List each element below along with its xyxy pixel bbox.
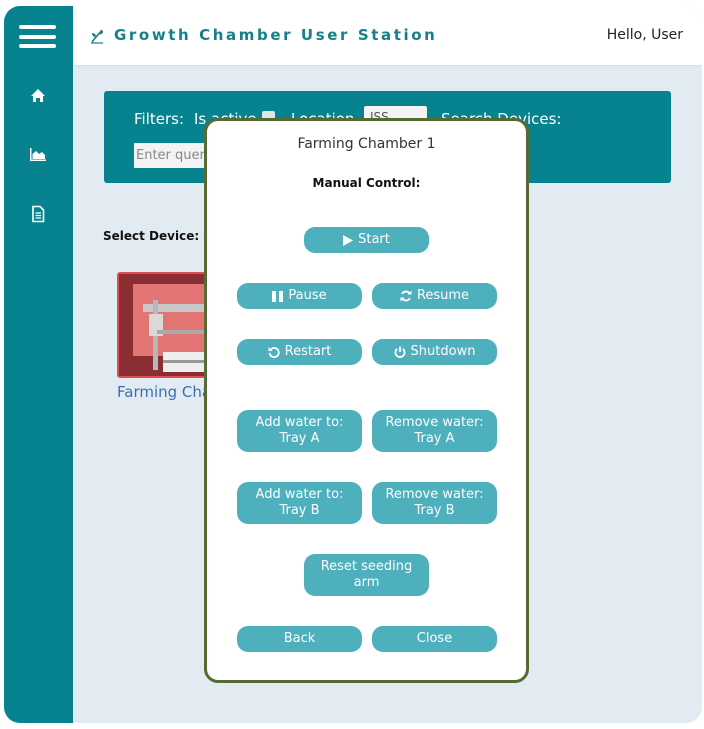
- manual-control-modal: Farming Chamber 1 Manual Control: Start …: [204, 118, 529, 683]
- leaf-icon: [91, 29, 103, 44]
- modal-subtitle: Manual Control:: [312, 176, 421, 190]
- pause-button[interactable]: Pause: [237, 283, 362, 309]
- filters-label: Filters:: [134, 110, 185, 128]
- close-button[interactable]: Close: [372, 626, 497, 652]
- reset-seeding-arm-button[interactable]: Reset seeding arm: [304, 554, 429, 596]
- undo-icon: [268, 347, 280, 358]
- document-icon[interactable]: [28, 204, 48, 224]
- hamburger-icon[interactable]: [19, 25, 56, 48]
- device-card-image[interactable]: [117, 272, 213, 378]
- select-device-label: Select Device:: [103, 229, 200, 243]
- sidebar: [4, 6, 73, 723]
- app-frame: Growth Chamber User Station Hello, User …: [4, 6, 702, 723]
- user-greeting: Hello, User: [606, 27, 683, 43]
- power-icon: [394, 346, 405, 358]
- back-button[interactable]: Back: [237, 626, 362, 652]
- resume-button[interactable]: Resume: [372, 283, 497, 309]
- play-icon: [343, 234, 354, 246]
- remove-water-tray-b-button[interactable]: Remove water: Tray B: [372, 482, 497, 524]
- farming-chamber-image: [119, 274, 211, 376]
- refresh-icon: [400, 290, 412, 302]
- chart-area-icon[interactable]: [28, 145, 48, 165]
- modal-title: Farming Chamber 1: [297, 136, 436, 152]
- top-header: Growth Chamber User Station Hello, User: [73, 6, 702, 66]
- pause-icon: [272, 290, 284, 302]
- remove-water-tray-a-button[interactable]: Remove water: Tray A: [372, 410, 497, 452]
- app-title: Growth Chamber User Station: [114, 26, 438, 44]
- home-icon[interactable]: [28, 86, 48, 106]
- restart-button[interactable]: Restart: [237, 339, 362, 365]
- start-button[interactable]: Start: [304, 227, 429, 253]
- shutdown-button[interactable]: Shutdown: [372, 339, 497, 365]
- add-water-tray-a-button[interactable]: Add water to: Tray A: [237, 410, 362, 452]
- add-water-tray-b-button[interactable]: Add water to: Tray B: [237, 482, 362, 524]
